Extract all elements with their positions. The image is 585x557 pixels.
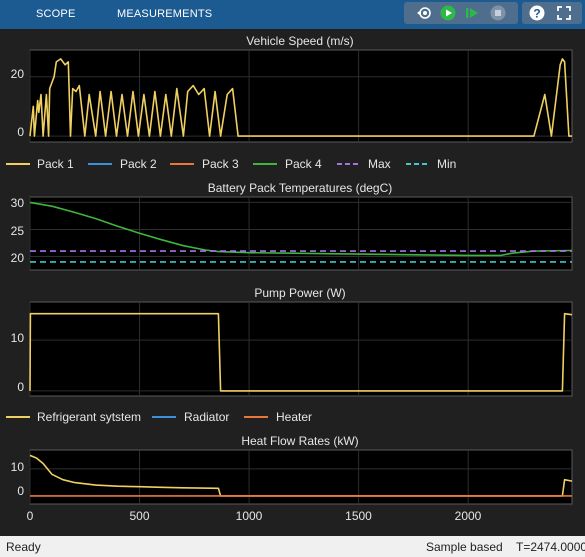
status-sample-mode: Sample based	[426, 540, 503, 554]
panel-vehicle-speed: Vehicle Speed (m/s) 0 20	[11, 34, 573, 143]
xtick-2000: 2000	[455, 509, 482, 523]
legend-label-radiator[interactable]: Radiator	[184, 410, 229, 424]
status-sim-time: T=2474.0000	[516, 540, 585, 554]
xtick-0: 0	[27, 509, 34, 523]
plot-area-pump-power[interactable]	[29, 301, 573, 397]
expand-icon[interactable]	[556, 5, 572, 21]
title-vehicle-speed: Vehicle Speed (m/s)	[246, 34, 353, 48]
xtick-1000: 1000	[236, 509, 263, 523]
xtick-500: 500	[129, 509, 149, 523]
panel-heat-flow: Heat Flow Rates (kW) 0 10 0 500 1000 150…	[11, 434, 573, 523]
svg-text:?: ?	[533, 7, 540, 21]
ytick-temp-25: 25	[11, 224, 25, 238]
legend-packs: Pack 1 Pack 2 Pack 3 Pack 4 Max Min	[0, 153, 585, 175]
toolbar: SCOPE MEASUREMENTS ?	[0, 0, 585, 29]
ytick-heat-0: 0	[17, 484, 24, 498]
ytick-temp-30: 30	[11, 196, 25, 210]
ytick-temp-20: 20	[11, 251, 25, 265]
legend-label-min[interactable]: Min	[437, 157, 456, 171]
legend-label-max[interactable]: Max	[368, 157, 391, 171]
ytick-heat-10: 10	[11, 460, 25, 474]
title-pump-power: Pump Power (W)	[254, 286, 345, 300]
ytick-pump-10: 10	[11, 331, 25, 345]
step-forward-icon[interactable]	[464, 5, 480, 21]
scope-display: Vehicle Speed (m/s) 0 20 Pack 1 Pack 2 P…	[0, 29, 585, 536]
legend-label-pack-4[interactable]: Pack 4	[285, 157, 322, 171]
title-battery-temps: Battery Pack Temperatures (degC)	[208, 181, 393, 195]
legend-label-pack-1[interactable]: Pack 1	[37, 157, 74, 171]
panel-pump-power: Pump Power (W) 0 10	[11, 286, 573, 397]
status-ready: Ready	[6, 540, 41, 554]
plots-area: Vehicle Speed (m/s) 0 20 Pack 1 Pack 2 P…	[0, 34, 585, 523]
tab-scope[interactable]: SCOPE	[36, 8, 76, 20]
legend-label-pack-3[interactable]: Pack 3	[202, 157, 239, 171]
plot-area-battery-temps[interactable]	[29, 196, 573, 271]
ytick-speed-0: 0	[17, 125, 24, 139]
ytick-speed-20: 20	[11, 67, 25, 81]
panel-battery-temps: Battery Pack Temperatures (degC) 20 25 3…	[11, 181, 573, 271]
xtick-1500: 1500	[345, 509, 372, 523]
status-bar: Ready Sample based T=2474.0000	[0, 536, 585, 557]
run-icon[interactable]	[440, 5, 456, 21]
ytick-pump-0: 0	[17, 380, 24, 394]
tab-measurements[interactable]: MEASUREMENTS	[117, 8, 212, 20]
legend-label-heater[interactable]: Heater	[276, 410, 312, 424]
legend-heat: Refrigerant sytstem Radiator Heater	[0, 406, 585, 428]
legend-label-pack-2[interactable]: Pack 2	[120, 157, 157, 171]
window-controls: ?	[522, 2, 582, 24]
help-icon[interactable]: ?	[529, 5, 545, 21]
step-back-icon[interactable]	[416, 5, 432, 21]
title-heat-flow: Heat Flow Rates (kW)	[241, 434, 358, 448]
simulation-controls	[404, 2, 518, 24]
legend-label-refrigerant[interactable]: Refrigerant sytstem	[37, 410, 141, 424]
stop-icon[interactable]	[490, 5, 506, 21]
